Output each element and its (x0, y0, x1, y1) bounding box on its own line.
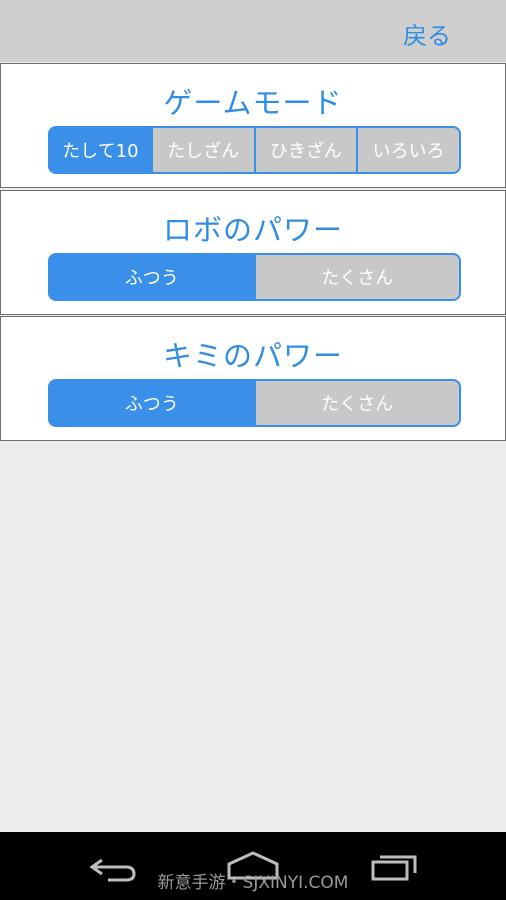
watermark-text: 新意手游・SJXINYI.COM (157, 873, 349, 893)
kimi-power-panel: キミのパワー ふつう たくさん (0, 316, 506, 441)
robo-power-option-takusan[interactable]: たくさん (255, 255, 459, 299)
game-mode-option-iroiro[interactable]: いろいろ (358, 128, 459, 172)
kimi-power-option-futsuu[interactable]: ふつう (50, 381, 254, 425)
top-bar: 戻る (0, 0, 506, 62)
game-mode-option-tashizan[interactable]: たしざん (152, 128, 254, 172)
game-mode-panel: ゲームモード たして10 たしざん ひきざん いろいろ (0, 63, 506, 188)
robo-power-option-futsuu[interactable]: ふつう (50, 255, 254, 299)
game-mode-segmented-control: たして10 たしざん ひきざん いろいろ (48, 126, 461, 174)
kimi-power-title: キミのパワー (162, 339, 343, 373)
robo-power-title: ロボのパワー (162, 213, 343, 247)
system-navigation-bar: 新意手游・SJXINYI.COM (0, 832, 506, 900)
game-mode-title: ゲームモード (163, 86, 343, 120)
back-button[interactable]: 戻る (403, 16, 451, 51)
game-mode-option-hikizan[interactable]: ひきざん (255, 128, 357, 172)
robo-power-segmented-control: ふつう たくさん (48, 253, 461, 301)
game-mode-option-tashite10[interactable]: たして10 (50, 128, 151, 172)
robo-power-panel: ロボのパワー ふつう たくさん (0, 190, 506, 315)
kimi-power-segmented-control: ふつう たくさん (48, 379, 461, 427)
kimi-power-option-takusan[interactable]: たくさん (255, 381, 459, 425)
